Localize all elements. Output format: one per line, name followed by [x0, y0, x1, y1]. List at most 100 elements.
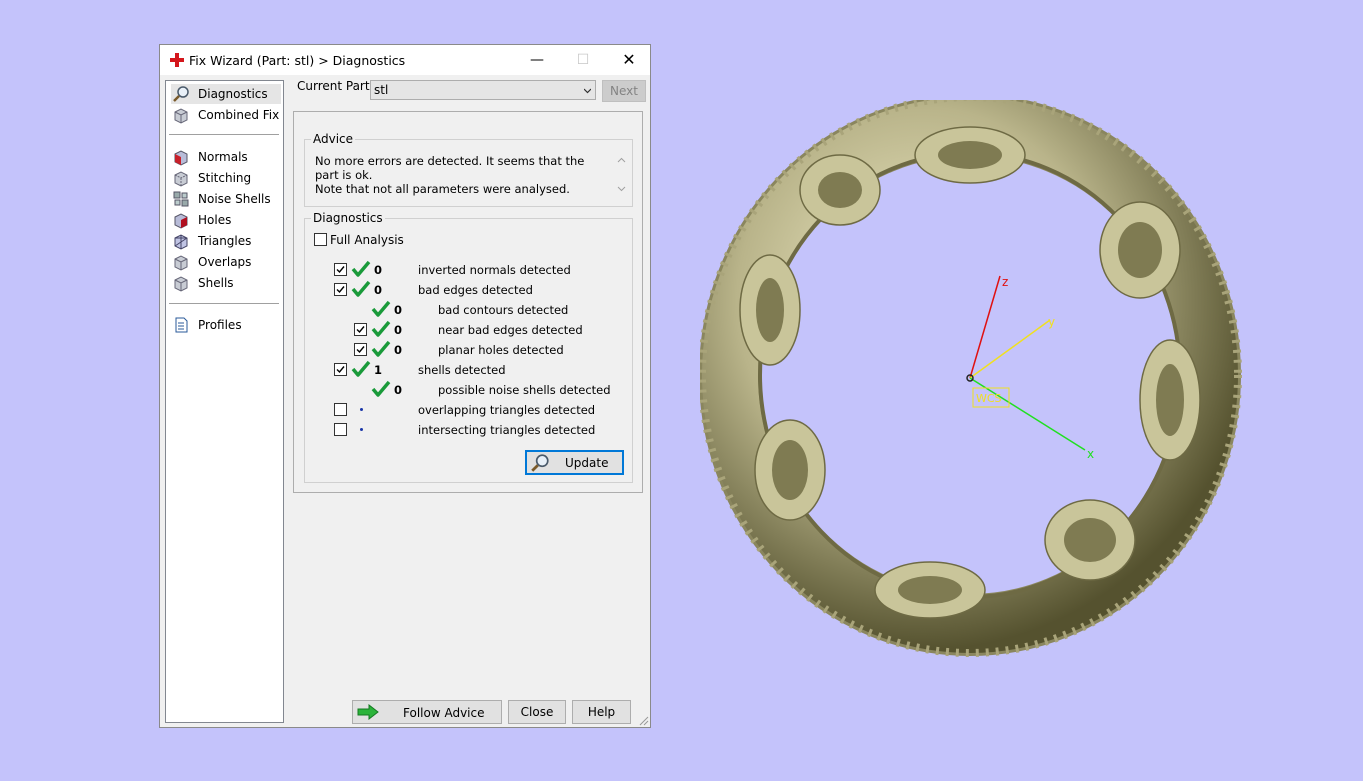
bad-contours-label: bad contours detected — [438, 303, 569, 317]
overlapping-triangles-label: overlapping triangles detected — [418, 403, 596, 417]
advice-group: Advice No more errors are detected. It s… — [304, 132, 633, 207]
diagnostics-group: Diagnostics Full Analysis 0 inverted nor… — [304, 211, 633, 483]
stitching-cube-icon — [174, 171, 188, 187]
nav-label: Normals — [198, 150, 248, 164]
magnifier-icon — [173, 86, 189, 102]
green-check-icon — [351, 280, 371, 297]
current-part-value: stl — [374, 83, 389, 97]
nav-divider — [169, 134, 279, 135]
follow-advice-button[interactable]: Follow Advice — [352, 700, 502, 724]
advice-line: Note that not all parameters were analys… — [315, 182, 570, 196]
title-bar: Fix Wizard (Part: stl) > Diagnostics — ☐… — [160, 45, 650, 75]
update-label: Update — [565, 456, 609, 470]
nav-divider — [169, 303, 279, 304]
nav-item-noise-shells[interactable]: Noise Shells — [171, 189, 281, 209]
axis-y-label: y — [1048, 315, 1055, 329]
pending-dot-icon — [360, 408, 363, 411]
close-button[interactable]: Close — [508, 700, 566, 724]
pending-dot-icon — [360, 428, 363, 431]
next-button[interactable]: Next — [602, 80, 646, 102]
nav-item-holes[interactable]: Holes — [171, 210, 281, 230]
checkmark-icon — [356, 326, 365, 334]
nav-item-combined-fix[interactable]: Combined Fix — [171, 105, 281, 125]
resize-grip-icon[interactable] — [639, 716, 649, 726]
nav-label: Overlaps — [198, 255, 252, 269]
document-icon — [175, 317, 188, 333]
scroll-down-icon[interactable] — [617, 184, 626, 193]
nav-item-stitching[interactable]: Stitching — [171, 168, 281, 188]
nav-label: Stitching — [198, 171, 252, 185]
wcs-label: WCS — [976, 392, 1002, 405]
coordinate-axes: z y x WCS — [966, 275, 1094, 461]
axis-x-label: x — [1087, 447, 1094, 461]
planar-holes-checkbox[interactable] — [354, 343, 367, 356]
shells-cube-icon — [174, 276, 188, 292]
green-arrow-icon — [357, 704, 379, 720]
noise-shells-icon — [173, 191, 189, 207]
diagnostics-title: Diagnostics — [311, 211, 385, 225]
3d-viewport[interactable]: z y x WCS — [700, 100, 1260, 660]
bad-edges-checkbox[interactable] — [334, 283, 347, 296]
nav-label: Diagnostics — [198, 87, 268, 101]
red-cross-icon — [170, 53, 184, 67]
full-analysis-label: Full Analysis — [330, 233, 404, 247]
checkmark-icon — [336, 286, 345, 294]
nav-label: Noise Shells — [198, 192, 271, 206]
bad-contours-count: 0 — [394, 303, 403, 317]
inverted-normals-checkbox[interactable] — [334, 263, 347, 276]
follow-advice-label: Follow Advice — [403, 706, 485, 720]
current-part-label: Current Part: — [297, 79, 374, 93]
advice-text: No more errors are detected. It seems th… — [315, 154, 605, 196]
diagnostics-panel: Advice No more errors are detected. It s… — [293, 111, 643, 493]
chevron-down-icon — [584, 88, 591, 94]
nav-item-overlaps[interactable]: Overlaps — [171, 252, 281, 272]
nav-item-normals[interactable]: Normals — [171, 147, 281, 167]
shells-count: 1 — [374, 363, 383, 377]
noise-shells-label: possible noise shells detected — [438, 383, 611, 397]
checkmark-icon — [336, 266, 345, 274]
nav-label: Holes — [198, 213, 232, 227]
checkmark-icon — [336, 366, 345, 374]
near-bad-edges-checkbox[interactable] — [354, 323, 367, 336]
inverted-normals-count: 0 — [374, 263, 383, 277]
nav-label: Profiles — [198, 318, 242, 332]
bad-edges-count: 0 — [374, 283, 383, 297]
bad-edges-label: bad edges detected — [418, 283, 533, 297]
nav-label: Shells — [198, 276, 234, 290]
help-button[interactable]: Help — [572, 700, 631, 724]
nav-item-shells[interactable]: Shells — [171, 273, 281, 293]
minimize-button[interactable]: — — [514, 45, 560, 75]
scroll-up-icon[interactable] — [617, 156, 626, 165]
magnifier-icon — [531, 454, 549, 472]
advice-line: No more errors are detected. It seems th… — [315, 154, 585, 182]
nav-label: Combined Fix — [198, 108, 280, 122]
full-analysis-checkbox[interactable] — [314, 233, 327, 246]
fix-wizard-dialog: Fix Wizard (Part: stl) > Diagnostics — ☐… — [159, 44, 651, 728]
holes-cube-icon — [174, 213, 188, 229]
nav-item-profiles[interactable]: Profiles — [171, 315, 281, 335]
green-check-icon — [371, 340, 391, 357]
normals-cube-icon — [174, 150, 188, 166]
wizard-nav: Diagnostics Combined Fix Normals Stitchi… — [165, 80, 284, 723]
green-check-icon — [351, 260, 371, 277]
close-window-button[interactable]: ✕ — [606, 45, 652, 75]
inverted-normals-label: inverted normals detected — [418, 263, 571, 277]
near-bad-edges-count: 0 — [394, 323, 403, 337]
current-part-select[interactable]: stl — [370, 80, 596, 100]
maximize-button[interactable]: ☐ — [560, 45, 606, 75]
overlaps-cube-icon — [174, 255, 188, 271]
green-check-icon — [371, 380, 391, 397]
intersecting-triangles-checkbox[interactable] — [334, 423, 347, 436]
nav-item-diagnostics[interactable]: Diagnostics — [171, 84, 281, 104]
intersecting-triangles-label: intersecting triangles detected — [418, 423, 596, 437]
overlapping-triangles-checkbox[interactable] — [334, 403, 347, 416]
near-bad-edges-label: near bad edges detected — [438, 323, 583, 337]
update-button[interactable]: Update — [525, 450, 624, 475]
green-check-icon — [371, 320, 391, 337]
triangles-cube-icon — [174, 234, 188, 250]
nav-item-triangles[interactable]: Triangles — [171, 231, 281, 251]
green-check-icon — [351, 360, 371, 377]
green-check-icon — [371, 300, 391, 317]
shells-checkbox[interactable] — [334, 363, 347, 376]
advice-title: Advice — [311, 132, 356, 146]
